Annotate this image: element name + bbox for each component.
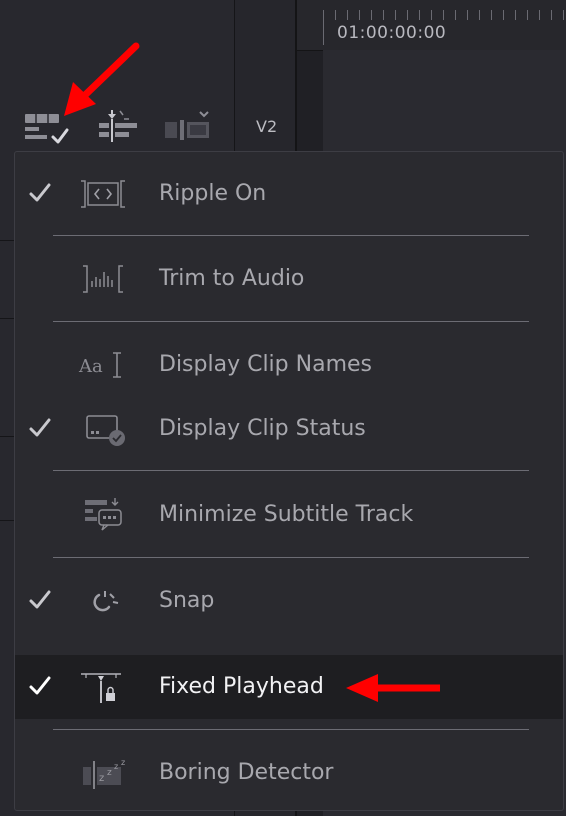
menu-separator: [53, 557, 529, 558]
menu-separator: [53, 470, 529, 471]
annotation-arrow-toolbar: [56, 40, 142, 120]
checkmark-icon: [27, 415, 53, 441]
menu-item-label: Minimize Subtitle Track: [159, 502, 414, 527]
menu-item-display-clip-names[interactable]: Aa Display Clip Names: [15, 333, 563, 397]
menu-item-label: Display Clip Status: [159, 416, 366, 441]
ripple-icon: [77, 176, 129, 212]
menu-item-display-clip-status[interactable]: Display Clip Status: [15, 397, 563, 461]
fixed-playhead-icon: [77, 669, 129, 705]
svg-text:z: z: [99, 773, 104, 784]
svg-text:z: z: [107, 768, 112, 778]
menu-item-snap[interactable]: Snap: [15, 569, 563, 633]
menu-item-label: Snap: [159, 588, 215, 613]
boring-detector-icon: z z z z: [77, 755, 129, 791]
menu-separator: [53, 729, 529, 730]
checkmark-icon: [27, 180, 53, 206]
clip-names-icon: Aa: [77, 347, 129, 383]
svg-text:z: z: [121, 758, 125, 767]
timeline-options-menu: Ripple On Trim to Audio Aa Display Clip …: [14, 151, 564, 811]
subtitle-track-icon: [77, 497, 129, 533]
checkmark-icon: [27, 587, 53, 613]
trim-to-audio-icon: [77, 261, 129, 297]
menu-item-fixed-playhead[interactable]: Fixed Playhead: [15, 655, 563, 719]
ruler-timecode: 01:00:00:00: [337, 23, 447, 43]
menu-item-trim-to-audio[interactable]: Trim to Audio: [15, 247, 563, 311]
menu-item-label: Trim to Audio: [159, 266, 305, 291]
menu-item-minimize-subtitle-track[interactable]: Minimize Subtitle Track: [15, 483, 563, 547]
menu-item-ripple-on[interactable]: Ripple On: [15, 162, 563, 226]
svg-text:Aa: Aa: [78, 356, 103, 377]
checkmark-icon: [27, 673, 53, 699]
menu-item-label: Display Clip Names: [159, 352, 372, 377]
menu-item-boring-detector[interactable]: z z z z Boring Detector: [15, 741, 563, 805]
ruler-ticks: [323, 10, 566, 20]
menu-separator: [53, 235, 529, 236]
snap-icon: [77, 583, 129, 619]
menu-item-label: Boring Detector: [159, 760, 334, 785]
annotation-arrow-fixed-playhead: [344, 672, 444, 704]
video-track-options-icon[interactable]: [162, 106, 218, 146]
track-label-v2: V2: [256, 117, 278, 136]
menu-separator: [53, 321, 529, 322]
menu-item-label: Ripple On: [159, 181, 267, 206]
menu-item-label: Fixed Playhead: [159, 674, 324, 699]
ruler-start-marker: [323, 10, 324, 45]
clip-status-icon: [77, 411, 129, 447]
svg-text:z: z: [114, 762, 118, 771]
